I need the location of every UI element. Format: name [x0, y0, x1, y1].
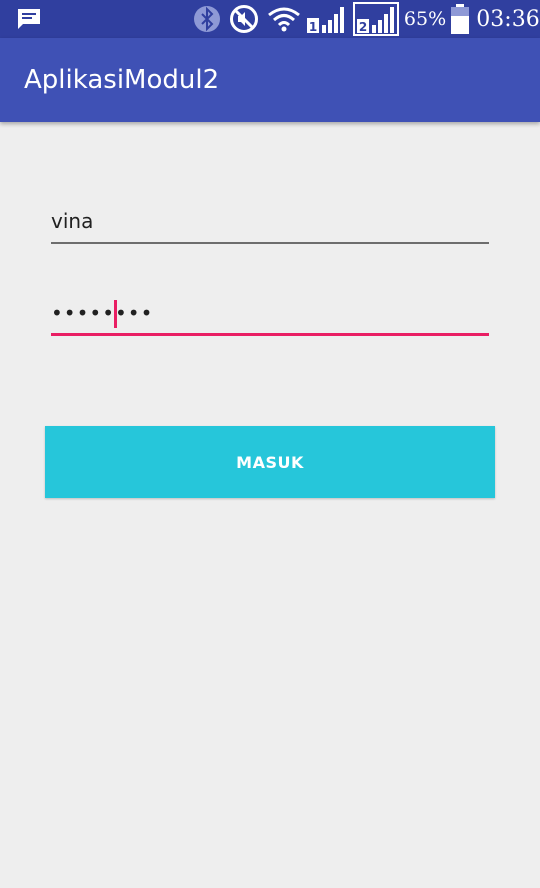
- sim1-label: 1: [309, 20, 317, 34]
- signal-sim1-icon: 1: [306, 0, 348, 38]
- battery-icon: [450, 0, 470, 38]
- bluetooth-icon: [192, 0, 222, 38]
- login-button[interactable]: MASUK: [45, 426, 495, 498]
- app-title: AplikasiModul2: [24, 65, 220, 95]
- wifi-icon: [266, 0, 302, 38]
- text-cursor: [114, 300, 117, 328]
- message-icon: [16, 0, 42, 38]
- sim2-label: 2: [359, 20, 367, 34]
- clock: 03:36: [476, 6, 540, 32]
- app-bar: AplikasiModul2: [0, 38, 540, 122]
- status-bar: 1 2 65% 03:36: [0, 0, 540, 38]
- username-input[interactable]: [51, 200, 489, 244]
- battery-percent: 65%: [403, 8, 447, 30]
- mute-icon: [228, 0, 260, 38]
- signal-sim2-icon: 2: [352, 0, 400, 38]
